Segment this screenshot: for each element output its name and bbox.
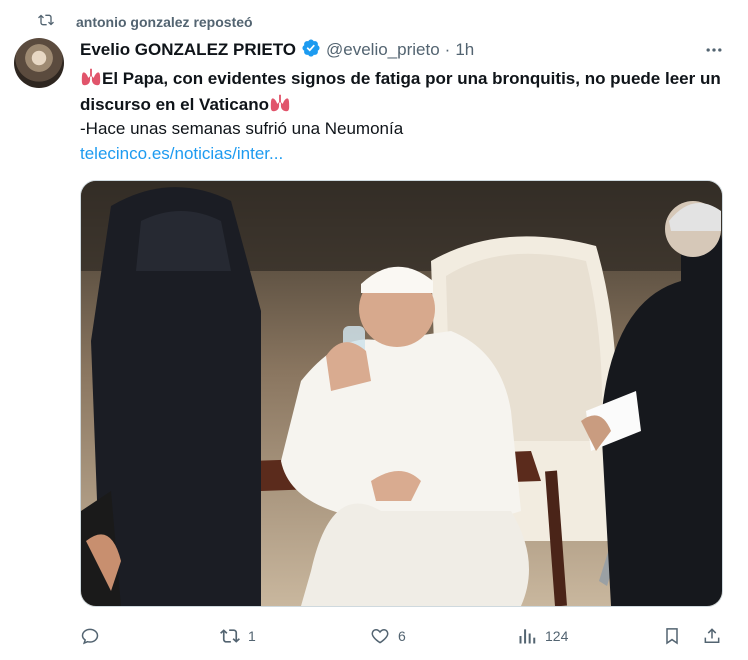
post-media-image[interactable]: [80, 180, 723, 607]
views-button[interactable]: 124: [517, 622, 568, 650]
share-icon: [704, 628, 720, 643]
repost-button[interactable]: 1: [220, 622, 256, 650]
repost-count: 1: [248, 628, 256, 644]
post-link[interactable]: telecinco.es/noticias/inter...: [80, 142, 283, 166]
author-avatar[interactable]: [14, 38, 64, 88]
author-name[interactable]: Evelio GONZALEZ PRIETO: [80, 40, 296, 60]
heart-icon: [371, 628, 389, 644]
repost-icon: [38, 12, 54, 33]
post-text-part1: El Papa, con evidentes signos de fatiga …: [80, 69, 721, 114]
repost-indicator[interactable]: antonio gonzalez reposteó: [38, 10, 253, 34]
post-actions-bar: 1 6 124: [80, 622, 730, 650]
more-icon: [706, 48, 722, 52]
verified-badge-icon[interactable]: [301, 38, 321, 63]
author-handle[interactable]: @evelio_prieto: [326, 40, 440, 60]
separator-dot: ·: [444, 40, 451, 59]
pope-drinking-photo: [81, 181, 722, 606]
more-options-button[interactable]: [704, 40, 724, 65]
post-header: Evelio GONZALEZ PRIETO @evelio_prieto · …: [80, 38, 474, 62]
share-button[interactable]: [702, 622, 722, 650]
like-count: 6: [398, 628, 406, 644]
lungs-emoji-icon: [81, 68, 101, 86]
repost-icon: [220, 629, 240, 643]
bookmark-button[interactable]: [662, 622, 682, 650]
post-text: El Papa, con evidentes signos de fatiga …: [80, 66, 730, 118]
views-chart-icon: [519, 629, 536, 644]
like-button[interactable]: 6: [370, 622, 406, 650]
repost-text: antonio gonzalez reposteó: [76, 14, 253, 30]
views-count: 124: [545, 628, 569, 644]
post-time[interactable]: 1h: [455, 40, 474, 60]
reply-button[interactable]: [80, 622, 108, 650]
bookmark-icon: [666, 628, 678, 645]
lungs-emoji-icon: [270, 94, 290, 112]
reply-icon: [81, 628, 99, 645]
post-text-line3: -Hace unas semanas sufrió una Neumonía: [80, 119, 404, 138]
